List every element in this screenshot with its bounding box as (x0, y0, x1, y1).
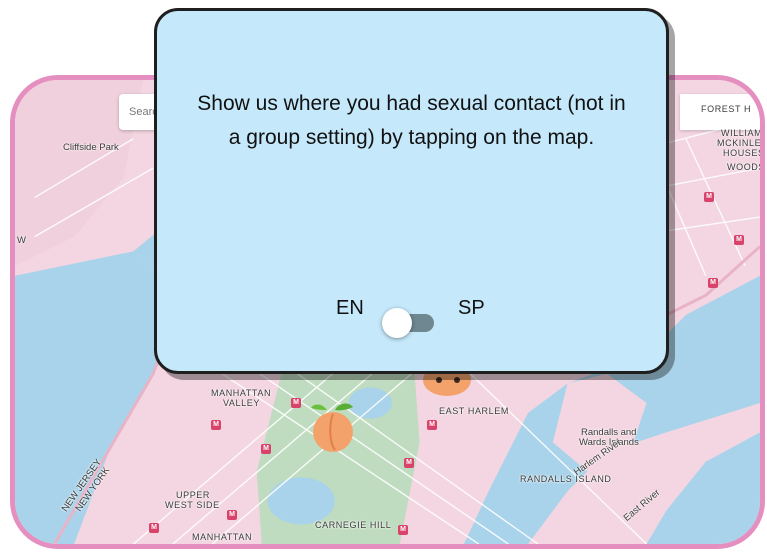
map-label: MCKINLEY (717, 138, 765, 148)
metro-icon: M (704, 192, 714, 202)
map-label: FOREST H (701, 104, 752, 114)
map-label: Cliffside Park (63, 142, 119, 153)
instruction-message: Show us where you had sexual contact (no… (197, 92, 626, 149)
metro-icon: M (404, 458, 414, 468)
map-label: MANHATTAN (192, 532, 253, 542)
map-label: MANHATTAN (211, 388, 272, 398)
peach-marker-icon[interactable] (305, 398, 361, 454)
metro-icon: M (211, 420, 221, 430)
metro-icon: M (291, 398, 301, 408)
metro-icon: M (708, 278, 718, 288)
metro-icon: M (261, 444, 271, 454)
map-label: WEST SIDE (165, 500, 220, 510)
toggle-knob[interactable] (382, 308, 412, 338)
map-label: WOODST (727, 162, 765, 172)
instruction-dialog: Show us where you had sexual contact (no… (154, 8, 669, 374)
language-toggle[interactable] (382, 308, 438, 338)
map-label: HOUSES (723, 148, 765, 158)
language-sp-label: SP (458, 297, 485, 319)
metro-icon: M (227, 510, 237, 520)
map-label: WILLIAM (721, 128, 763, 138)
metro-icon: M (398, 525, 408, 535)
map-label: CARNEGIE HILL (315, 520, 392, 530)
metro-icon: M (427, 420, 437, 430)
map-label: W (17, 235, 26, 246)
metro-icon: M (149, 523, 159, 533)
language-en-label: EN (336, 297, 364, 319)
map-label: RANDALLS ISLAND (520, 474, 612, 484)
map-label: UPPER (176, 490, 211, 500)
map-label: VALLEY (223, 398, 260, 408)
map-label: EAST HARLEM (439, 406, 509, 416)
metro-icon: M (734, 235, 744, 245)
